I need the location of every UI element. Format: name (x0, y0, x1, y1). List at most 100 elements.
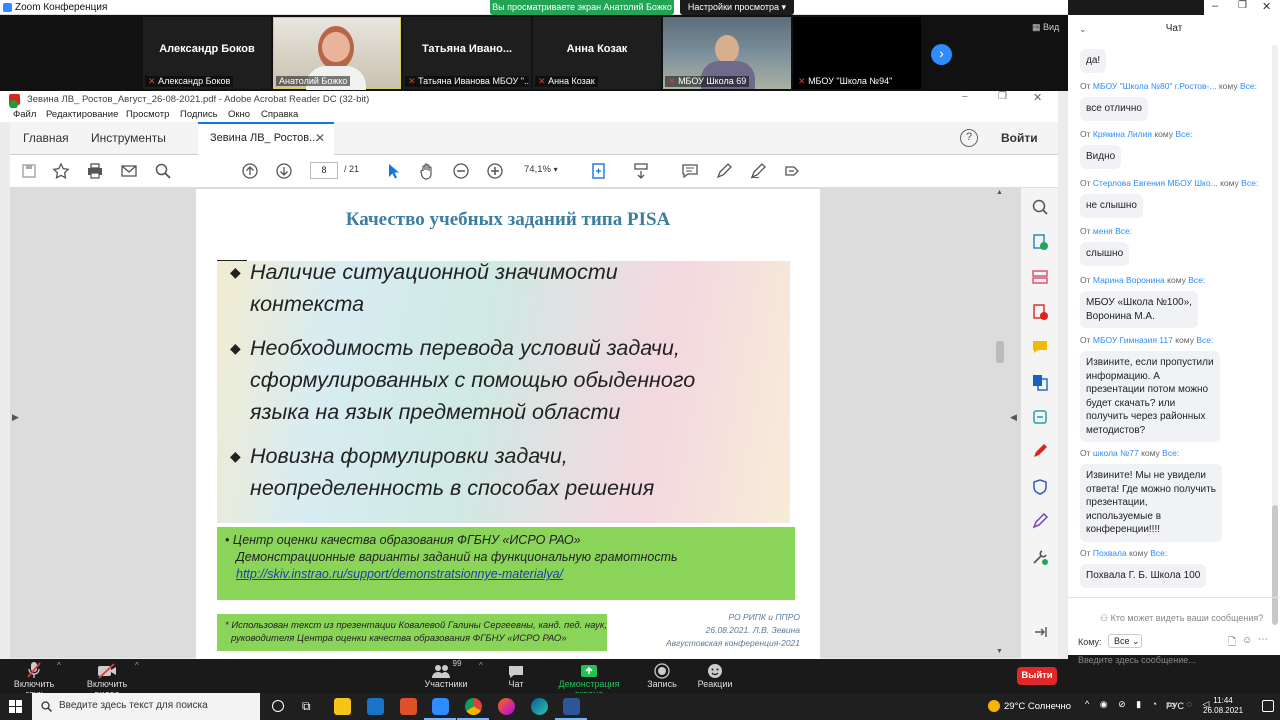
acrobat-close-icon[interactable]: ✕ (1033, 91, 1042, 104)
star-icon[interactable] (52, 162, 70, 180)
chat-scrollbar[interactable] (1272, 45, 1278, 625)
sign-icon[interactable] (749, 162, 767, 180)
scrollbar-thumb[interactable] (996, 341, 1004, 363)
view-options-button[interactable]: Настройки просмотра ▾ (680, 0, 794, 15)
firefox-icon[interactable] (498, 698, 515, 715)
menu-view[interactable]: Просмотр (126, 109, 169, 120)
notifications-icon[interactable] (1262, 700, 1274, 712)
tab-document[interactable]: Зевина ЛВ_ Ростов... ✕ (198, 122, 334, 155)
combine-files-icon[interactable] (1031, 373, 1049, 391)
participant-tile[interactable]: Анна Козак ✕ Анна Козак (533, 17, 661, 89)
zoom-out-icon[interactable] (452, 162, 470, 180)
more-options-icon[interactable]: ⋯ (1258, 634, 1268, 645)
reactions-button[interactable]: Реакции (694, 659, 736, 689)
magnify-icon[interactable] (1031, 198, 1049, 216)
next-page-button[interactable]: › (931, 44, 952, 65)
menu-edit[interactable]: Редактирование (46, 109, 118, 120)
search-icon[interactable] (154, 162, 172, 180)
page-down-icon[interactable] (275, 162, 293, 180)
menu-file[interactable]: Файл (13, 109, 36, 120)
menu-help[interactable]: Справка (261, 109, 298, 120)
participants-button[interactable]: 99 Участники (422, 659, 470, 689)
help-icon[interactable]: ? (960, 129, 978, 147)
zoom-in-icon[interactable] (486, 162, 504, 180)
vertical-scrollbar[interactable]: ▲ ▼ (993, 188, 1007, 658)
print-icon[interactable] (86, 162, 104, 180)
page-up-icon[interactable] (241, 162, 259, 180)
highlight-pen-icon[interactable] (715, 162, 733, 180)
acrobat-minimize-icon[interactable]: – (962, 91, 968, 102)
participant-tile[interactable]: Татьяна Ивано... ✕ Татьяна Иванова МБОУ … (403, 17, 531, 89)
save-icon[interactable] (20, 162, 38, 180)
right-panel-toggle-icon[interactable]: ◀ (1010, 412, 1017, 423)
audio-options-chevron-icon[interactable]: ^ (57, 661, 61, 670)
leave-meeting-button[interactable]: Выйти (1017, 667, 1057, 685)
fit-page-icon[interactable] (590, 162, 608, 180)
participant-tile-video[interactable]: Анатолий Божко (273, 17, 401, 90)
participant-tile[interactable]: ✕ МБОУ "Школа №94" (793, 17, 921, 89)
chat-bubble-icon (509, 666, 523, 678)
office-icon[interactable] (400, 698, 417, 715)
scroll-up-icon[interactable]: ▲ (996, 189, 1003, 196)
organize-pages-icon[interactable] (1031, 268, 1049, 286)
hand-tool-icon[interactable] (418, 162, 436, 180)
tab-tools[interactable]: Инструменты (91, 131, 166, 145)
chat-scrollbar-thumb[interactable] (1272, 505, 1278, 625)
participant-tile-video[interactable]: ✕ МБОУ Школа 69 (663, 17, 791, 89)
participants-chevron-icon[interactable]: ^ (479, 661, 483, 670)
protect-shield-icon[interactable] (1031, 478, 1049, 496)
chat-panel: ⌄ Чат да! От МБОУ "Школа №80" г.Ростов-.… (1068, 15, 1280, 665)
system-tray-icons[interactable]: ^ ◉ ⊘ ▮ ◔ ▭ ◌ ◁ (1085, 699, 1213, 710)
chat-message: МБОУ «Школа №100», Воронина М.А. (1080, 291, 1198, 328)
request-signature-icon[interactable] (1031, 513, 1049, 531)
collapse-rail-icon[interactable] (1031, 623, 1049, 641)
more-tools-icon[interactable] (783, 162, 801, 180)
video-options-chevron-icon[interactable]: ^ (135, 661, 139, 670)
page-number-input[interactable]: 8 (310, 162, 338, 179)
who-can-see-link[interactable]: ⚇ Кто может видеть ваши сообщения? (1100, 613, 1263, 624)
comment-tool-icon[interactable] (1031, 338, 1049, 356)
source-link[interactable]: http://skiv.instrao.ru/support/demonstra… (236, 567, 563, 581)
weather-status[interactable]: 29°C Солнечно (1004, 701, 1071, 712)
left-panel-toggle-icon[interactable]: ▶ (12, 412, 19, 423)
task-view-icon[interactable]: ⧉ (302, 699, 311, 714)
acrobat-maximize-icon[interactable]: ❐ (998, 91, 1007, 102)
scan-ocr-icon[interactable] (1031, 408, 1049, 426)
scroll-mode-icon[interactable] (632, 162, 650, 180)
windows-start-icon[interactable] (9, 700, 22, 713)
tab-close-icon[interactable]: ✕ (315, 131, 325, 145)
input-language[interactable]: РУС (1166, 701, 1184, 711)
fill-sign-icon[interactable] (1031, 443, 1049, 461)
chat-recipient-select[interactable]: Все ⌄ (1108, 634, 1142, 648)
emoji-icon[interactable]: ☺ (1242, 635, 1252, 646)
more-tools-wrench-icon[interactable] (1031, 548, 1049, 566)
file-explorer-icon[interactable] (334, 698, 351, 715)
email-icon[interactable] (120, 162, 138, 180)
menu-window[interactable]: Окно (228, 109, 250, 120)
participant-caption: Анатолий Божко (276, 76, 351, 86)
word-icon[interactable] (563, 698, 580, 715)
signin-button[interactable]: Войти (1001, 131, 1038, 145)
record-button[interactable]: Запись (642, 659, 682, 689)
zoom-taskbar-icon[interactable] (432, 698, 449, 715)
chat-button[interactable]: Чат (500, 659, 532, 689)
create-pdf-icon[interactable] (1031, 303, 1049, 321)
scroll-down-icon[interactable]: ▼ (996, 648, 1003, 655)
taskbar-clock[interactable]: 11:44 26.08.2021 (1203, 696, 1243, 716)
taskbar-search-box[interactable]: Введите здесь текст для поиска (32, 693, 260, 720)
chat-message-input[interactable]: Введите здесь сообщение... (1078, 655, 1196, 665)
cortana-icon[interactable] (272, 700, 284, 712)
participant-tile[interactable]: Александр Боков ✕ Александр Боков (143, 17, 271, 89)
menu-sign[interactable]: Подпись (180, 109, 218, 120)
mail-icon[interactable] (367, 698, 384, 715)
select-cursor-icon[interactable] (384, 162, 402, 180)
file-attach-icon[interactable]: 🗋 (1228, 635, 1236, 652)
slide-title: Качество учебных заданий типа PISA (345, 209, 671, 230)
tab-home[interactable]: Главная (23, 131, 69, 145)
export-pdf-icon[interactable] (1031, 233, 1049, 251)
zoom-level-dropdown[interactable]: 74,1% ▾ (524, 164, 558, 175)
edge-icon[interactable] (531, 698, 548, 715)
comment-icon[interactable] (681, 162, 699, 180)
view-button[interactable]: ▦ Вид (1032, 22, 1059, 33)
chrome-icon[interactable] (465, 698, 482, 715)
